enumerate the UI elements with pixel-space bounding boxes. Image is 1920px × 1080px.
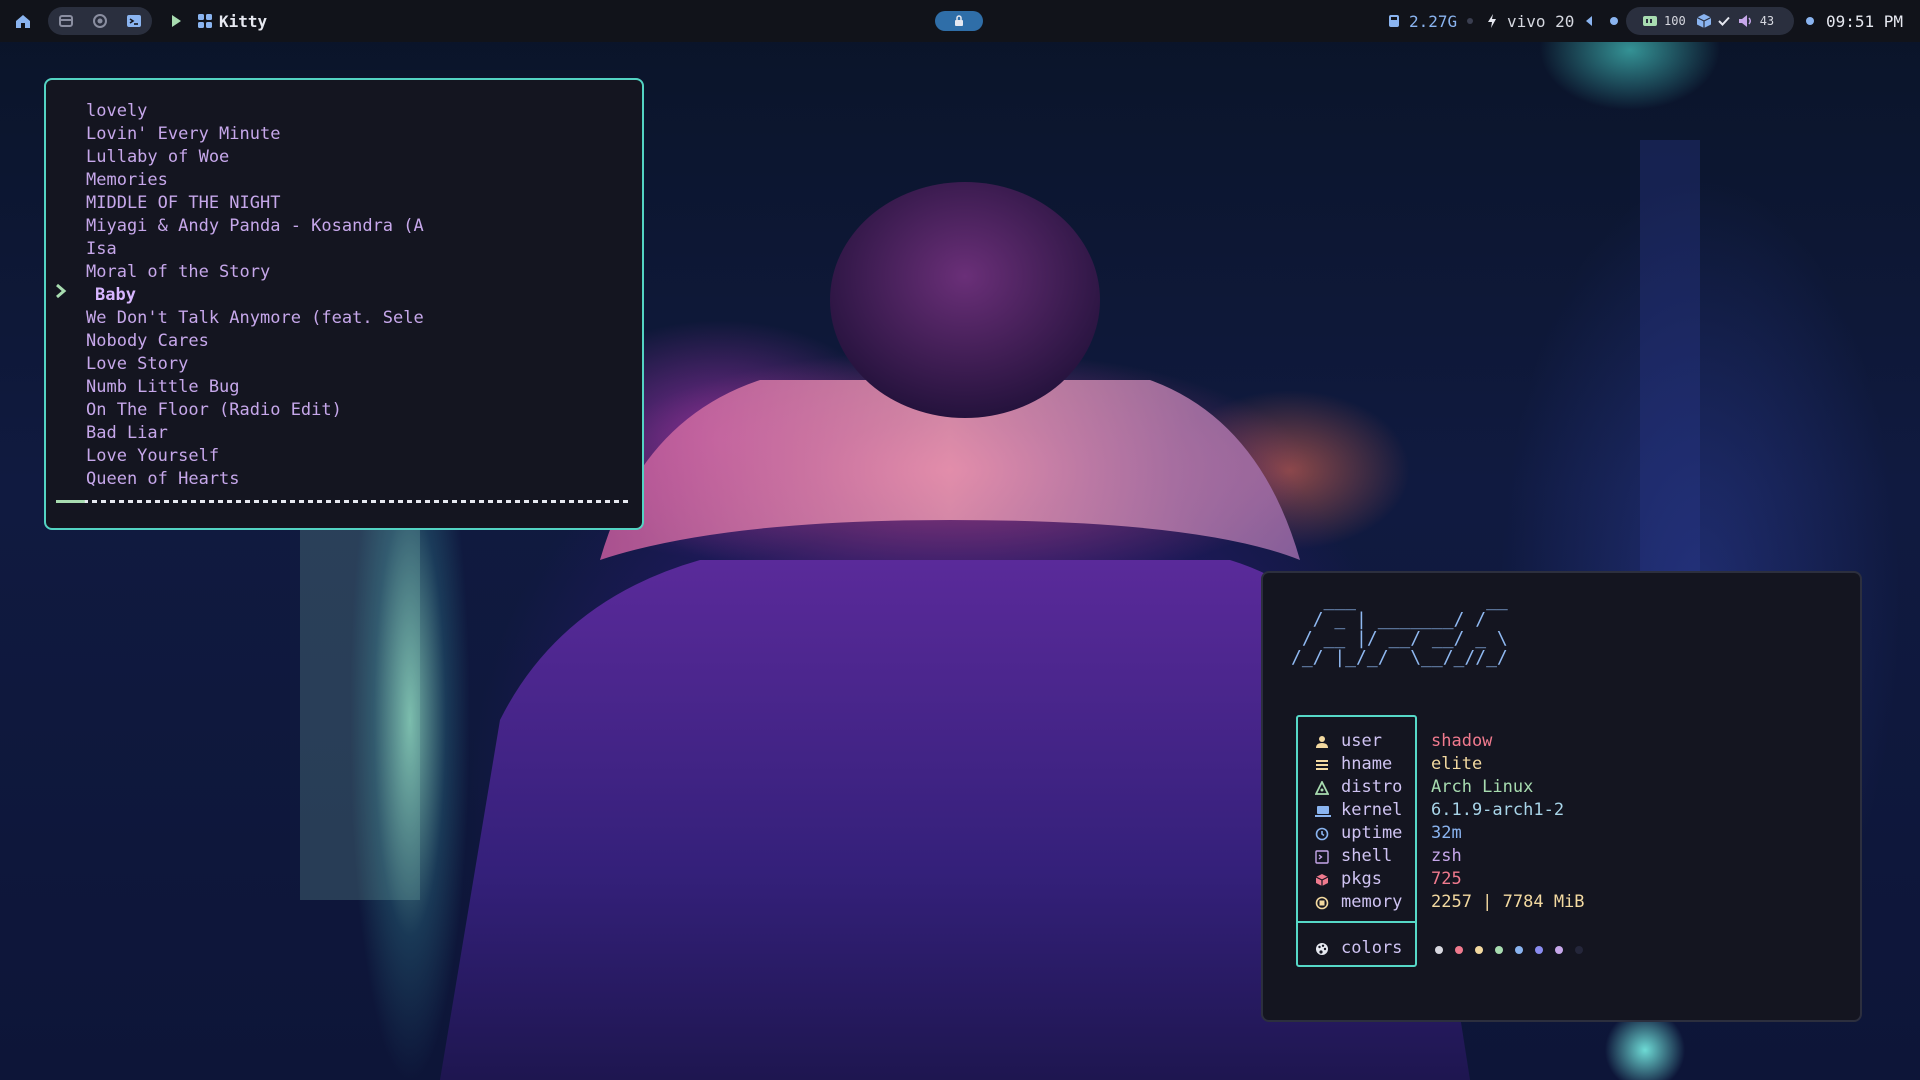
separator-dot bbox=[1467, 18, 1474, 24]
shell-icon bbox=[1315, 845, 1331, 868]
palette-swatch bbox=[1575, 946, 1583, 954]
system-tray-pill: 100 43 bbox=[1626, 7, 1794, 35]
speaker-icon[interactable] bbox=[1738, 14, 1754, 28]
value-kernel: 6.1.9-arch1-2 bbox=[1431, 800, 1565, 820]
label-user: user bbox=[1341, 731, 1382, 751]
lock-pill-icon bbox=[935, 11, 983, 31]
laptop-icon bbox=[1315, 799, 1331, 822]
chevron-right-icon bbox=[56, 283, 67, 299]
palette-swatch bbox=[1435, 946, 1443, 954]
palette-swatch bbox=[1515, 946, 1523, 954]
value-memory: 2257 | 7784 MiB bbox=[1431, 892, 1585, 912]
window-title: Kitty bbox=[219, 11, 268, 31]
storage-widget[interactable]: 2.27G bbox=[1388, 0, 1474, 42]
song-item[interactable]: Lovin' Every Minute bbox=[86, 123, 280, 146]
song-item-selected[interactable]: Baby bbox=[95, 284, 136, 307]
song-item[interactable]: Love Yourself bbox=[86, 445, 219, 468]
workspace-pill bbox=[48, 7, 152, 35]
user-icon bbox=[1315, 730, 1331, 753]
song-item[interactable]: Moral of the Story bbox=[86, 261, 270, 284]
home-icon bbox=[16, 15, 30, 28]
play-button[interactable] bbox=[170, 0, 182, 42]
label-hname: hname bbox=[1341, 754, 1393, 774]
arch-ascii-logo: ___ __ / _ | _______/ / / __ |/ __/ __/ … bbox=[1291, 590, 1508, 668]
apps-grid-icon bbox=[198, 14, 212, 28]
song-item[interactable]: Memories bbox=[86, 169, 168, 192]
palette-swatch bbox=[1555, 946, 1563, 954]
package-icon[interactable] bbox=[1696, 13, 1712, 29]
status-dot bbox=[1610, 17, 1619, 25]
song-item[interactable]: Nobody Cares bbox=[86, 330, 209, 353]
value-distro: Arch Linux bbox=[1431, 777, 1534, 797]
value-hname: elite bbox=[1431, 754, 1483, 774]
song-item[interactable]: lovely bbox=[86, 100, 147, 123]
memory-icon bbox=[1315, 891, 1331, 914]
arrow-left-icon bbox=[1586, 16, 1593, 26]
label-pkgs: pkgs bbox=[1341, 869, 1382, 889]
clock-widget[interactable]: 09:51 PM bbox=[1806, 0, 1903, 42]
label-distro: distro bbox=[1341, 777, 1403, 797]
value-uptime: 32m bbox=[1431, 823, 1462, 843]
label-memory: memory bbox=[1341, 892, 1403, 912]
device-widget[interactable]: vivo 20 bbox=[1486, 0, 1619, 42]
package-icon bbox=[1315, 868, 1331, 891]
palette-icon bbox=[1315, 937, 1331, 960]
song-item[interactable]: Bad Liar bbox=[86, 422, 168, 445]
label-colors: colors bbox=[1341, 938, 1403, 958]
device-status: vivo 20 bbox=[1507, 11, 1575, 31]
value-pkgs: 725 bbox=[1431, 869, 1462, 889]
song-item[interactable]: We Don't Talk Anymore (feat. Sele bbox=[86, 307, 424, 330]
fetch-terminal[interactable]: ___ __ / _ | _______/ / / __ |/ __/ __/ … bbox=[1261, 571, 1862, 1022]
value-shell: zsh bbox=[1431, 846, 1462, 866]
disk-icon bbox=[1389, 15, 1399, 27]
song-item[interactable]: On The Floor (Radio Edit) bbox=[86, 399, 342, 422]
palette-swatch bbox=[1475, 946, 1483, 954]
song-item[interactable]: Isa bbox=[86, 238, 117, 261]
play-icon bbox=[172, 15, 181, 27]
label-shell: shell bbox=[1341, 846, 1393, 866]
song-item[interactable]: Miyagi & Andy Panda - Kosandra (A bbox=[86, 215, 424, 238]
value-user: shadow bbox=[1431, 731, 1493, 751]
bolt-icon bbox=[1488, 14, 1496, 28]
home-button[interactable] bbox=[14, 0, 32, 42]
active-window[interactable]: Kitty bbox=[197, 0, 267, 42]
check-icon[interactable] bbox=[1717, 16, 1730, 26]
playback-progress[interactable] bbox=[56, 500, 632, 503]
palette-swatch bbox=[1495, 946, 1503, 954]
clock: 09:51 PM bbox=[1826, 11, 1904, 31]
song-item[interactable]: Lullaby of Woe bbox=[86, 146, 229, 169]
song-item[interactable]: Numb Little Bug bbox=[86, 376, 240, 399]
label-uptime: uptime bbox=[1341, 823, 1403, 843]
storage-value: 2.27G bbox=[1409, 11, 1458, 31]
browser-icon[interactable] bbox=[92, 13, 108, 29]
playlist-terminal[interactable]: lovely Lovin' Every Minute Lullaby of Woe M… bbox=[44, 78, 644, 530]
clock-icon bbox=[1315, 822, 1331, 845]
hostname-icon bbox=[1315, 753, 1331, 776]
center-widget[interactable] bbox=[935, 0, 983, 42]
song-item[interactable]: Queen of Hearts bbox=[86, 468, 240, 491]
volume-level: 43 bbox=[1759, 14, 1775, 28]
song-item[interactable]: Love Story bbox=[86, 353, 188, 376]
palette-swatch bbox=[1455, 946, 1463, 954]
palette-swatch bbox=[1535, 946, 1543, 954]
ram-icon bbox=[1643, 16, 1657, 26]
terminal-icon[interactable] bbox=[126, 13, 142, 29]
folder-icon[interactable] bbox=[58, 13, 74, 29]
distro-icon bbox=[1315, 776, 1331, 799]
ram-badge: 100 bbox=[1664, 14, 1686, 28]
clock-dot bbox=[1806, 17, 1814, 25]
label-divider bbox=[1298, 921, 1415, 923]
song-item[interactable]: MIDDLE OF THE NIGHT bbox=[86, 192, 280, 215]
label-kernel: kernel bbox=[1341, 800, 1403, 820]
top-bar: Kitty 2.27G vivo 20 100 43 09:51 PM bbox=[0, 0, 1920, 42]
